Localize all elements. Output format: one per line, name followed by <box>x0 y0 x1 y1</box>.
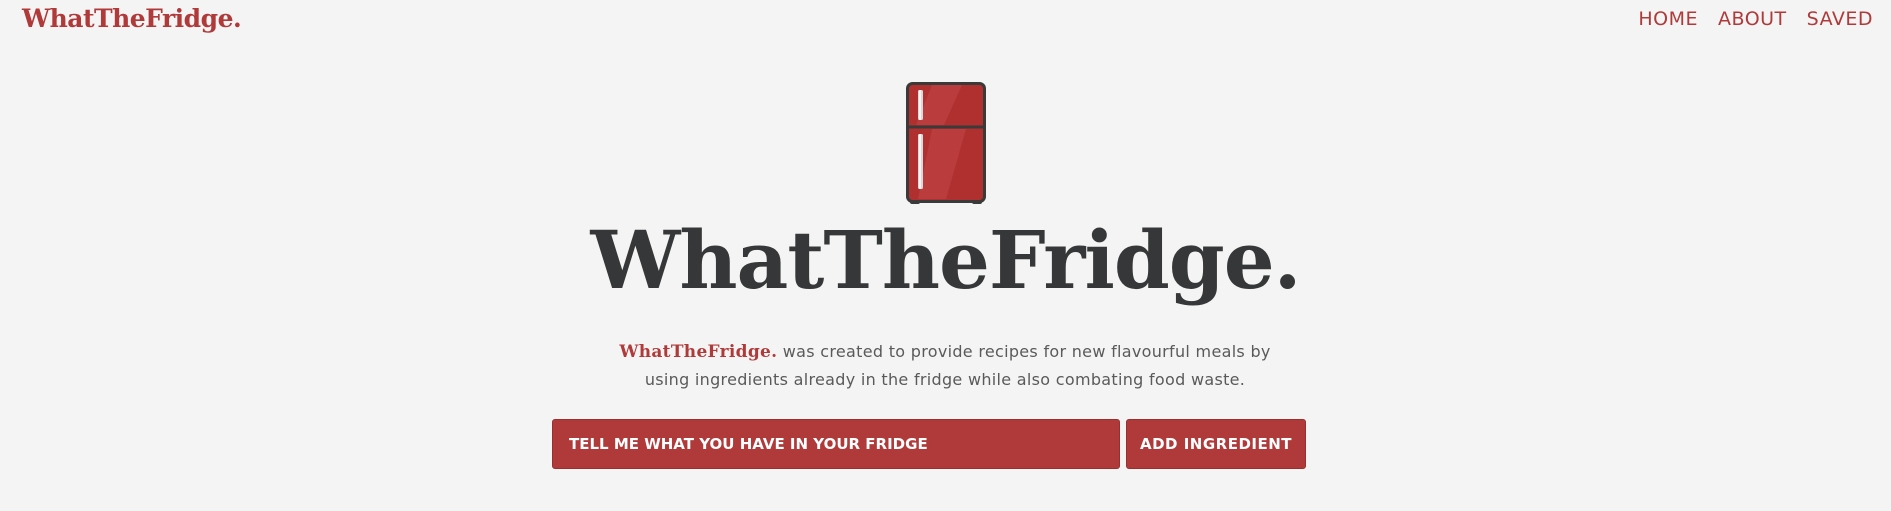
header-logo[interactable]: WhatTheFridge. <box>22 4 242 33</box>
nav-saved-link[interactable]: SAVED <box>1807 8 1873 30</box>
description-line-2: using ingredients already in the fridge … <box>644 370 1246 389</box>
ingredient-form: ADD INGREDIENT <box>552 419 1306 469</box>
description-line-1: was created to provide recipes for new f… <box>782 342 1271 361</box>
nav-home-link[interactable]: HOME <box>1638 8 1698 30</box>
fridge-icon <box>906 82 986 204</box>
description-brand: WhatTheFridge. <box>619 342 778 362</box>
ingredient-input[interactable] <box>552 419 1120 469</box>
main-nav: HOME ABOUT SAVED <box>1638 8 1873 30</box>
nav-about-link[interactable]: ABOUT <box>1718 8 1787 30</box>
hero-description: WhatTheFridge. was created to provide re… <box>595 338 1295 393</box>
add-ingredient-button[interactable]: ADD INGREDIENT <box>1126 419 1306 469</box>
hero-title: WhatTheFridge. <box>590 213 1302 307</box>
